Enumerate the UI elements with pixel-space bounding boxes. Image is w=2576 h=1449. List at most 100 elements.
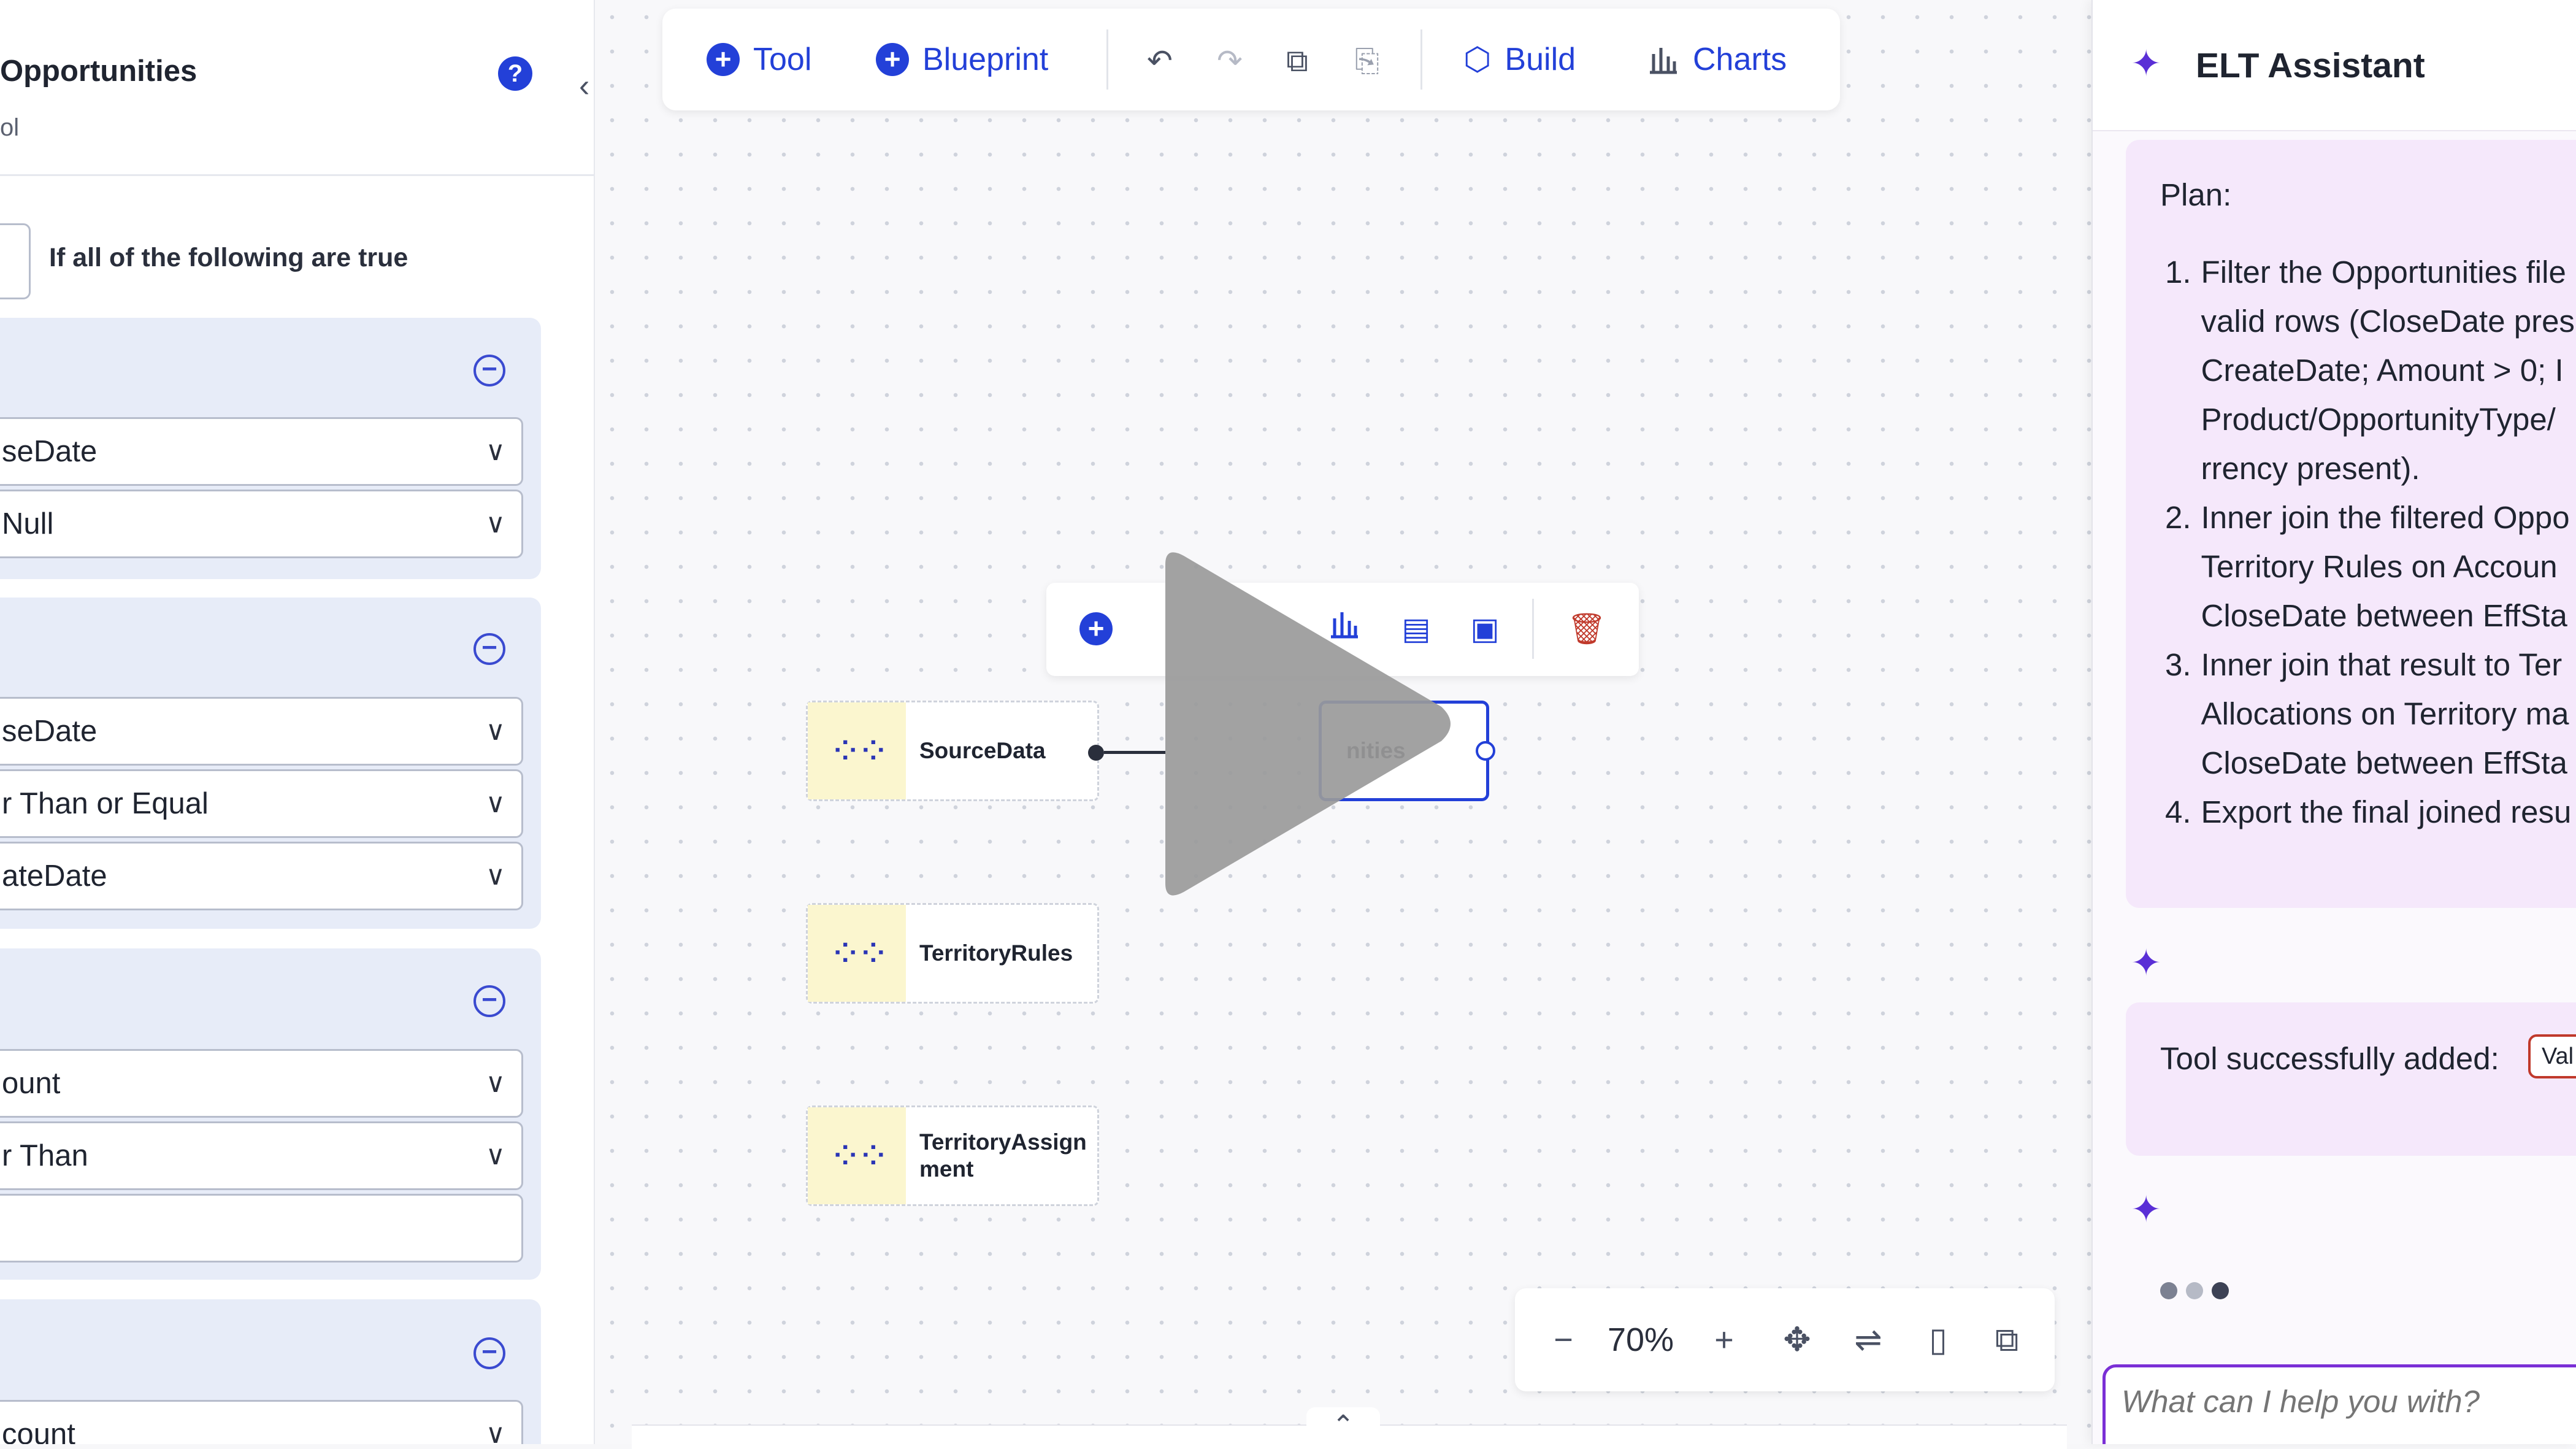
bar-chart-icon [1650,48,1677,74]
rule-field-select[interactable]: seDate ∨ [0,417,523,486]
rule-field-select[interactable]: count ∨ [0,1400,523,1444]
collapse-panel-icon[interactable]: ‹ [579,67,589,104]
plan-item-number: 3. [2165,647,2191,682]
rule-field-select[interactable]: seDate ∨ [0,697,523,766]
build-label: Build [1505,42,1576,77]
chevron-down-icon: ∨ [485,509,505,539]
fit-view-icon[interactable]: ✥ [1773,1315,1822,1364]
zoom-level: 70% [1607,1321,1674,1358]
chevron-down-icon: ∨ [485,1419,505,1444]
add-tool-button[interactable]: + Tool [707,34,811,85]
chevron-down-icon: ∨ [485,788,505,818]
panel-subtitle: ol [0,114,20,141]
plan-item: 1. Filter the Opportunities file valid row… [2165,248,2576,493]
select-value: count [2,1418,75,1444]
build-button[interactable]: ⬡ Build [1463,34,1576,85]
add-blueprint-label: Blueprint [922,42,1049,77]
remove-rule-icon[interactable]: − [473,355,505,386]
select-value: ount [2,1067,61,1100]
plan-line: Territory Rules on Accoun [2201,549,2558,584]
toolbar-divider [1532,599,1534,659]
plan-line: CloseDate between EffSta [2201,598,2567,633]
rule-value-input[interactable] [0,1194,523,1263]
chevron-down-icon: ∨ [485,861,505,891]
select-value: r Than or Equal [2,787,209,820]
rule-value-select[interactable]: ateDate ∨ [0,842,523,910]
toolbar-divider [1106,29,1108,90]
undo-icon[interactable]: ↶ [1138,39,1181,82]
zoom-out-button[interactable]: − [1542,1315,1585,1364]
plus-circle-icon: + [876,43,909,76]
plan-item: 4. Export the final joined resu [2165,788,2576,837]
condition-mode-select[interactable] [0,223,31,299]
video-play-icon[interactable] [1141,546,1460,902]
plan-line: Allocations on Territory ma [2201,696,2569,731]
plan-line: Product/OpportunityType/ [2201,402,2556,437]
delete-icon[interactable]: 🗑 [1565,607,1608,650]
plan-line: valid rows (CloseDate pres [2201,304,2575,339]
plus-circle-icon: + [707,43,740,76]
rule-operator-select[interactable]: r Than ∨ [0,1121,523,1190]
select-value: r Than [2,1139,88,1172]
sparkle-icon: ✦ [2131,43,2162,84]
plan-item: 2. Inner join the filtered Oppo Territory … [2165,493,2576,640]
rule-operator-select[interactable]: r Than or Equal ∨ [0,769,523,838]
add-tool-label: Tool [753,42,812,77]
plan-line: Inner join that result to Ter [2201,647,2563,682]
chevron-down-icon: ∨ [485,436,505,466]
document-icon[interactable]: ▯ [1914,1315,1963,1364]
plan-item-number: 1. [2165,255,2191,290]
zoom-in-button[interactable]: + [1703,1315,1746,1364]
plan-list: 1. Filter the Opportunities file valid row… [2165,248,2576,837]
plan-line: CreateDate; Amount > 0; I [2201,353,2564,388]
sparkle-icon: ✦ [2131,1189,2162,1230]
rule-field-select[interactable]: ount ∨ [0,1049,523,1118]
plan-line: rrency present). [2201,451,2420,486]
node-source-data[interactable]: ⁘⁘ SourceData [806,701,1099,801]
remove-rule-icon[interactable]: − [473,633,505,665]
chevron-down-icon: ∨ [485,1140,505,1170]
help-icon[interactable]: ? [498,56,532,91]
sparkle-icon: ✦ [2131,942,2162,983]
expand-drawer-icon[interactable]: ⌃ [1306,1407,1380,1444]
remove-rule-icon[interactable]: − [473,985,505,1017]
remove-rule-icon[interactable]: − [473,1337,505,1369]
node-label: TerritoryRules [919,940,1073,966]
node-territory-assignment[interactable]: ⁘⁘ TerritoryAssignment [806,1105,1099,1206]
select-value: ateDate [2,859,107,893]
filter-config-panel: Opportunities ol ? If all of the followi… [0,0,595,1444]
plan-item: 3. Inner join that result to Ter Allocatio… [2165,640,2576,788]
condition-text: If all of the following are true [49,243,408,272]
panel-title: Opportunities [0,55,197,88]
plan-line: CloseDate between EffSta [2201,745,2567,780]
paste-icon[interactable]: ⎘ [1346,39,1389,82]
redo-icon[interactable]: ↷ [1208,39,1251,82]
select-value: seDate [2,715,98,748]
tool-added-message: Tool successfully added: Val [2126,1002,2576,1156]
charts-button[interactable]: Charts [1646,34,1787,85]
save-icon[interactable]: ▣ [1463,607,1506,650]
chat-input[interactable] [2103,1364,2576,1444]
auto-layout-icon[interactable]: ⇌ [1844,1315,1893,1364]
copy-icon[interactable]: ⧉ [1276,39,1319,82]
assistant-title: ELT Assistant [2196,46,2425,85]
typing-indicator [2160,1282,2229,1299]
add-node-icon[interactable]: + [1079,612,1113,645]
rule-operator-select[interactable]: Null ∨ [0,490,523,558]
add-blueprint-button[interactable]: + Blueprint [876,34,1048,85]
output-port[interactable] [1088,745,1104,761]
panel-divider [0,174,594,176]
duplicate-icon[interactable]: ⧉ [1982,1315,2031,1364]
tool-added-text: Tool successfully added: [2160,1041,2499,1076]
output-port[interactable] [1476,741,1495,761]
plan-message: Plan: 1. Filter the Opportunities file val… [2126,140,2576,908]
plan-line: Inner join the filtered Oppo [2201,500,2570,535]
plan-item-number: 4. [2165,794,2191,829]
chevron-down-icon: ∨ [485,716,505,746]
zoom-controls: − 70% + ✥ ⇌ ▯ ⧉ [1515,1288,2055,1391]
assistant-panel: ✦ ELT Assistant Plan: 1. Filter the Oppor… [2091,0,2576,1444]
tool-tag[interactable]: Val [2528,1034,2576,1078]
toolbar-divider [1420,29,1422,90]
node-label: SourceData [919,738,1046,763]
node-territory-rules[interactable]: ⁘⁘ TerritoryRules [806,903,1099,1004]
